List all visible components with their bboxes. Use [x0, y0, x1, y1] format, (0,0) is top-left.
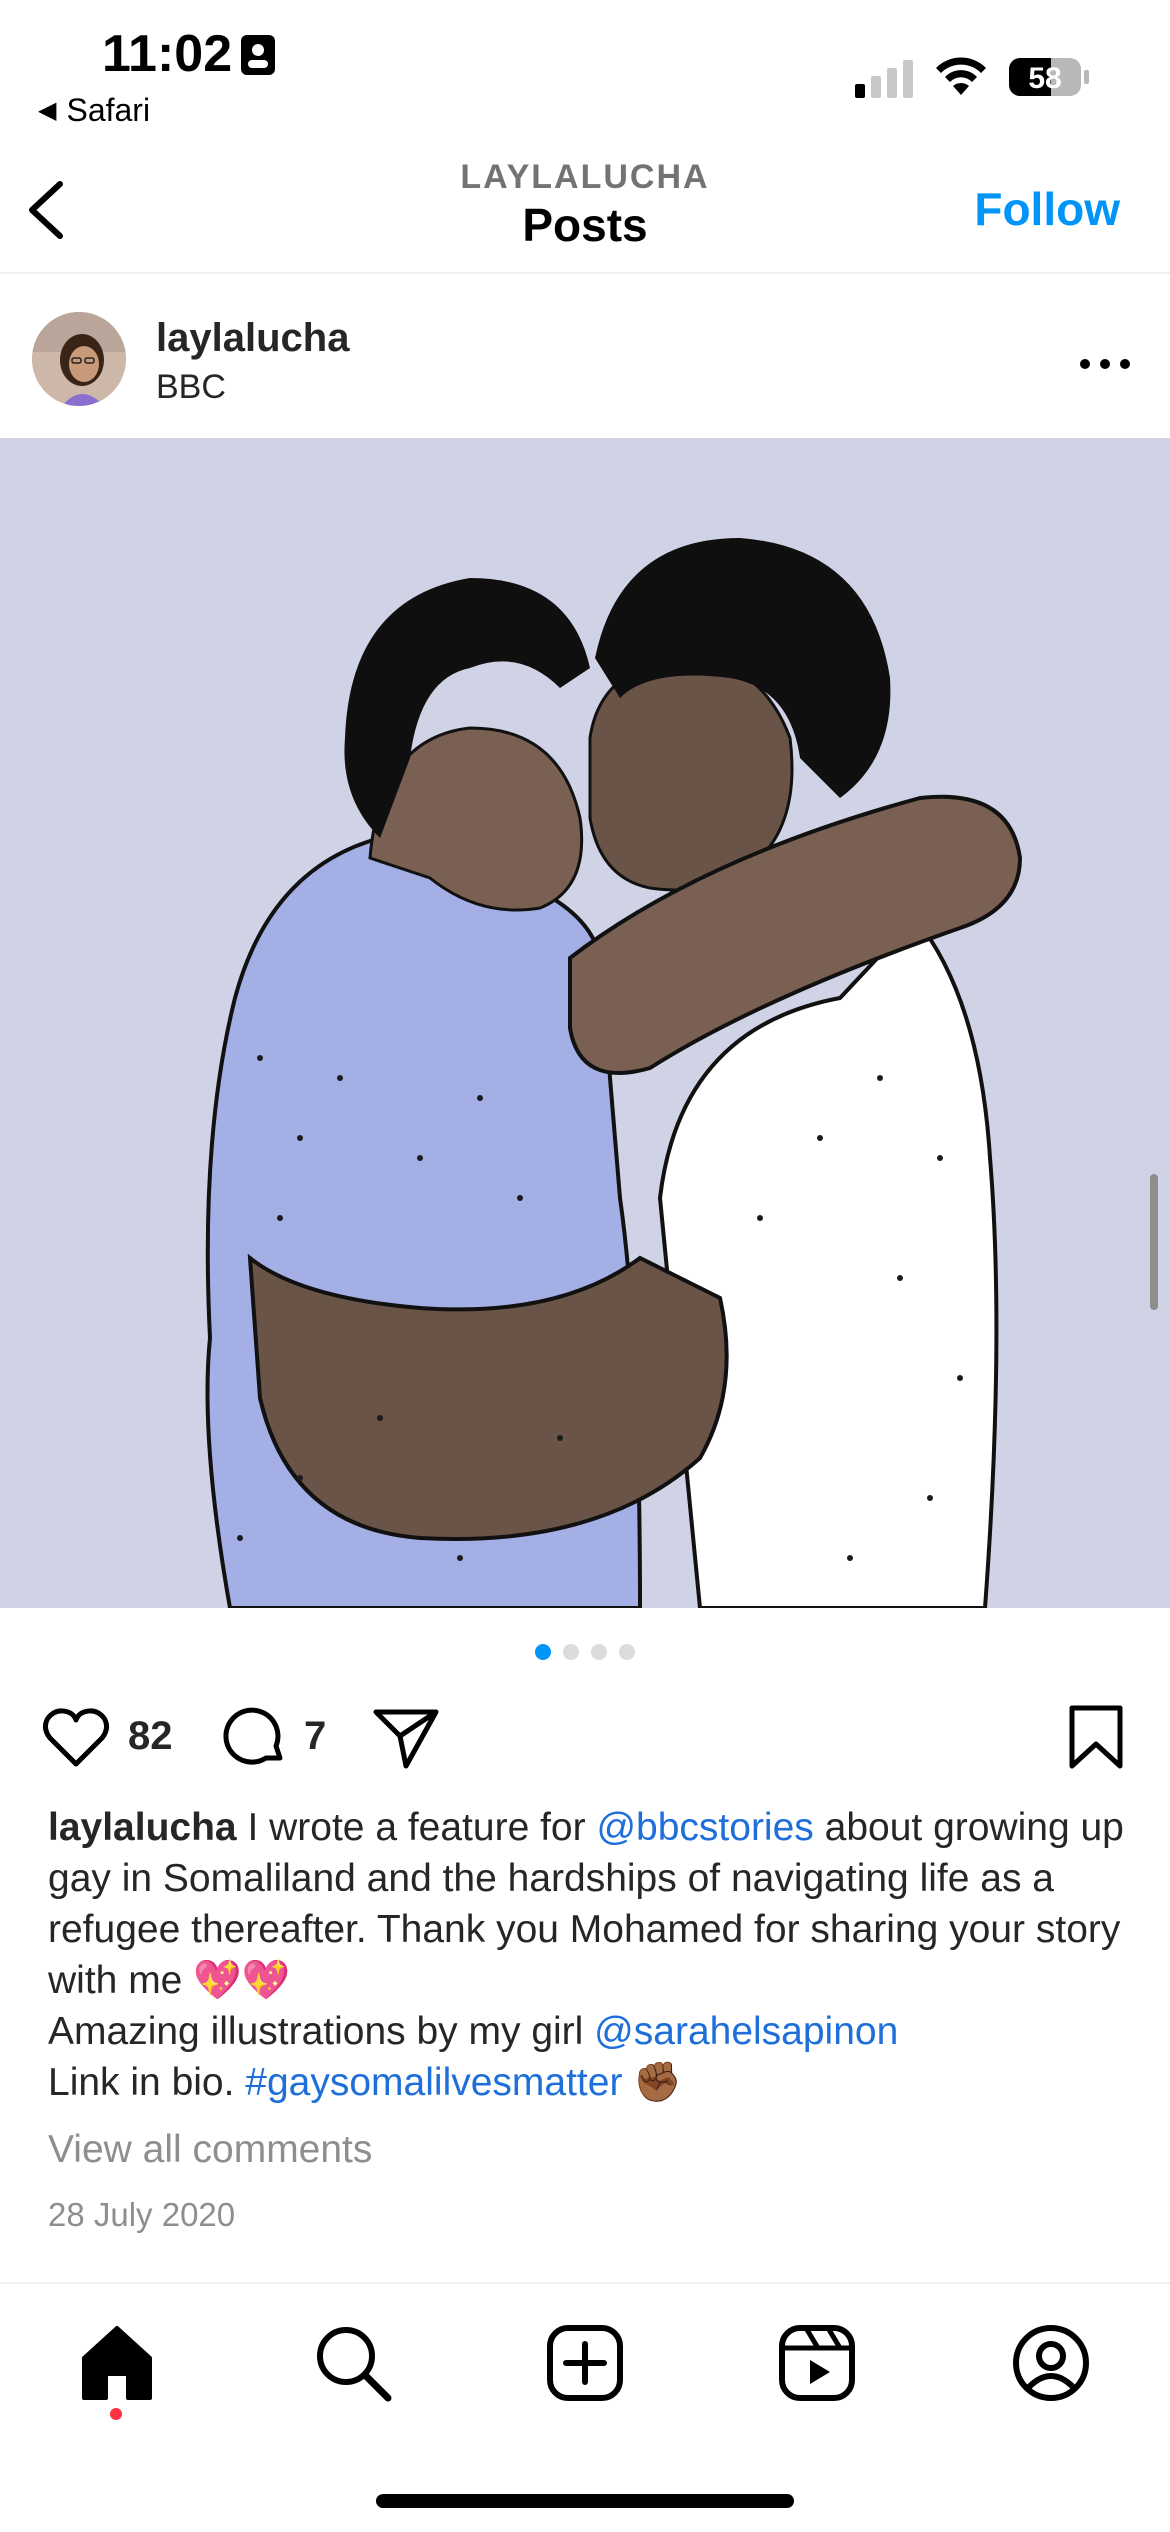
post-location[interactable]: BBC: [156, 368, 226, 407]
bookmark-icon[interactable]: [1060, 1704, 1132, 1770]
back-app-label: Safari: [66, 92, 151, 128]
like-count[interactable]: 82: [128, 1714, 173, 1759]
wifi-icon: [936, 57, 986, 95]
cellular-signal-icon: [855, 60, 913, 98]
caption-text-3: Amazing illustrations by my girl: [48, 2010, 595, 2053]
navigation-header: LAYLALUCHA Posts Follow: [0, 140, 1170, 274]
reels-icon[interactable]: [774, 2320, 860, 2406]
illustration-embracing-men: [0, 438, 1170, 1608]
back-to-safari[interactable]: ◀ Safari: [38, 92, 150, 129]
post-caption: laylalucha I wrote a feature for @bbcsto…: [48, 1802, 1128, 2108]
home-notification-dot: [110, 2408, 122, 2420]
share-send-icon[interactable]: [370, 1704, 442, 1770]
view-all-comments-link[interactable]: View all comments: [48, 2128, 372, 2172]
post-date: 28 July 2020: [48, 2196, 236, 2233]
caption-username[interactable]: laylalucha: [48, 1806, 237, 1849]
comment-count[interactable]: 7: [304, 1714, 326, 1759]
carousel-dot-2[interactable]: [563, 1644, 579, 1660]
like-heart-icon[interactable]: [40, 1704, 112, 1770]
post-header: laylalucha BBC: [0, 276, 1170, 438]
carousel-dot-4[interactable]: [619, 1644, 635, 1660]
status-bar: 11:02 ◀ Safari 58: [0, 0, 1170, 140]
status-time: 11:02: [102, 25, 233, 83]
post-image[interactable]: [0, 438, 1170, 1608]
caption-text-1: I wrote a feature for: [236, 1806, 597, 1849]
avatar-image: [32, 312, 126, 406]
new-post-icon[interactable]: [542, 2320, 628, 2406]
carousel-indicator: [0, 1644, 1170, 1665]
follow-button[interactable]: Follow: [974, 182, 1120, 236]
profile-icon[interactable]: [1008, 2320, 1094, 2406]
post-actions: 82 7: [0, 1690, 1170, 1780]
mention-sarahelsapinon[interactable]: @sarahelsapinon: [594, 2010, 898, 2053]
back-triangle-icon: ◀: [38, 97, 57, 124]
more-options-icon[interactable]: [1075, 352, 1135, 376]
avatar[interactable]: [32, 312, 126, 406]
page-scrollbar[interactable]: [1150, 1174, 1158, 1310]
battery-level: 58: [1028, 62, 1061, 95]
carousel-dot-1[interactable]: [535, 1644, 551, 1660]
hashtag-link[interactable]: #gaysomalilvesmatter: [245, 2061, 622, 2104]
mention-bbcstories[interactable]: @bbcstories: [596, 1806, 813, 1849]
home-icon[interactable]: [74, 2320, 160, 2406]
search-icon[interactable]: [310, 2320, 396, 2406]
contact-card-icon: [241, 35, 275, 75]
battery-icon: 58: [1009, 58, 1089, 96]
carousel-dot-3[interactable]: [591, 1644, 607, 1660]
caption-text-5: ✊🏾: [622, 2061, 682, 2104]
post-username[interactable]: laylalucha: [156, 316, 349, 361]
comment-bubble-icon[interactable]: [218, 1704, 290, 1770]
home-indicator[interactable]: [376, 2494, 794, 2508]
caption-text-4: Link in bio.: [48, 2061, 246, 2104]
bottom-tab-bar: [0, 2282, 1170, 2532]
